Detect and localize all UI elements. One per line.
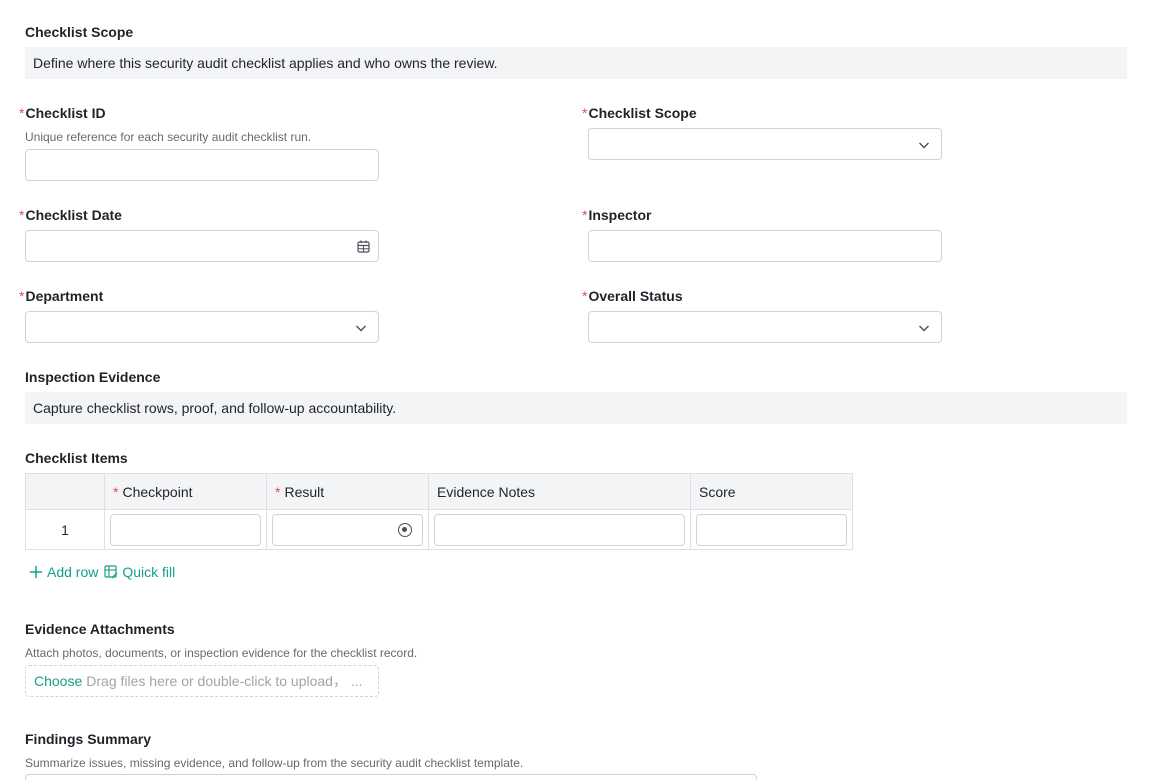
checklist-items-title: Checklist Items [25,450,128,466]
checkpoint-input[interactable] [110,513,261,546]
evidence-attachments-hint: Attach photos, documents, or inspection … [25,646,418,660]
required-mark: * [582,105,588,121]
chevron-down-icon [919,325,929,332]
section-description-evidence: Capture checklist rows, proof, and follo… [25,392,1127,424]
evidence-notes-input[interactable] [434,513,685,546]
table-row: 1 [25,509,853,550]
checklist-id-input[interactable] [25,149,379,181]
result-select[interactable] [272,513,423,546]
checklist-id-label: *Checklist ID [19,105,106,121]
checklist-scope-select[interactable] [588,128,942,160]
inspector-label: *Inspector [582,207,651,223]
department-label-text: Department [25,288,104,304]
column-header-checkpoint: * Checkpoint [104,473,267,510]
edit-table-icon [104,565,118,579]
column-header-result-text: Result [284,483,325,500]
chevron-down-icon [356,325,366,332]
required-mark: * [113,483,119,500]
checklist-scope-label: *Checklist Scope [582,105,697,121]
department-label: *Department [19,288,103,304]
required-mark: * [19,288,25,304]
section-description-scope: Define where this security audit checkli… [25,47,1127,79]
score-input[interactable] [696,513,847,546]
add-row-label: Add row [47,564,99,580]
score-cell [690,509,853,550]
plus-icon [30,566,42,578]
findings-summary-label: Findings Summary [25,731,152,747]
checklist-items-table: * Checkpoint * Result Evidence Notes Score… [25,473,853,550]
evidence-attachments-label: Evidence Attachments [25,621,175,637]
required-mark: * [582,207,588,223]
department-select[interactable] [25,311,379,343]
checklist-date-picker[interactable] [25,230,379,262]
add-row-button[interactable]: Add row [29,564,98,580]
section-title-evidence: Inspection Evidence [25,369,161,385]
required-mark: * [275,483,281,500]
checklist-id-label-text: Checklist ID [25,105,106,121]
checklist-date-label-text: Checklist Date [25,207,122,223]
row-index: 1 [25,509,105,550]
checkpoint-cell [104,509,267,550]
table-actions: Add row Quick fill [29,564,175,580]
checklist-scope-label-text: Checklist Scope [588,105,697,121]
calendar-icon [357,240,370,253]
quick-fill-button[interactable]: Quick fill [104,564,175,580]
inspector-input[interactable] [588,230,942,262]
column-header-index [25,473,105,510]
column-header-result: * Result [266,473,429,510]
required-mark: * [19,207,25,223]
findings-summary-hint: Summarize issues, missing evidence, and … [25,756,524,770]
checklist-id-hint: Unique reference for each security audit… [25,130,312,144]
required-mark: * [582,288,588,304]
quick-fill-label: Quick fill [122,564,176,580]
inspector-label-text: Inspector [588,207,652,223]
radio-icon [398,522,412,537]
section-title-scope: Checklist Scope [25,24,134,40]
chevron-down-icon [919,142,929,149]
column-header-score: Score [690,473,853,510]
upload-hint-text: Drag files here or double-click to uploa… [86,673,363,689]
column-header-evidence-notes: Evidence Notes [428,473,691,510]
overall-status-select[interactable] [588,311,942,343]
evidence-notes-cell [428,509,691,550]
overall-status-label-text: Overall Status [588,288,683,304]
table-header-row: * Checkpoint * Result Evidence Notes Score [25,473,853,510]
file-upload-dropzone[interactable]: Choose Drag files here or double-click to… [25,665,379,697]
choose-file-button[interactable]: Choose [34,673,82,689]
checklist-date-label: *Checklist Date [19,207,122,223]
result-cell [266,509,429,550]
column-header-checkpoint-text: Checkpoint [122,483,193,500]
required-mark: * [19,105,25,121]
overall-status-label: *Overall Status [582,288,683,304]
findings-summary-textarea[interactable] [25,774,757,780]
